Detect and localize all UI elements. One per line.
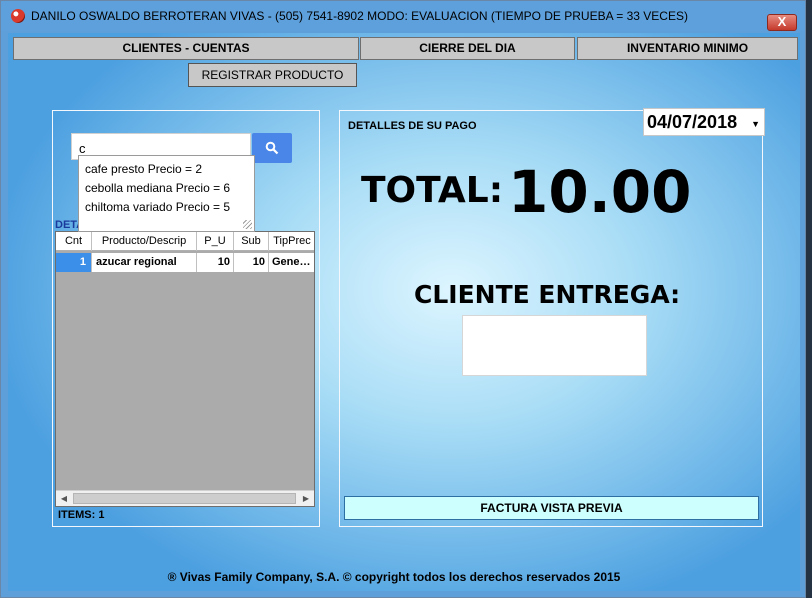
suggestion-item[interactable]: cafe presto Precio = 2 <box>79 160 254 179</box>
table-cell[interactable]: azucar regional <box>92 253 197 272</box>
resize-grip-icon[interactable] <box>243 220 252 229</box>
inventario-minimo-button[interactable]: INVENTARIO MINIMO <box>577 37 798 60</box>
horizontal-scrollbar[interactable]: ◀ ▶ <box>56 490 314 506</box>
total-value: 10.00 <box>508 158 692 226</box>
payment-panel: DETALLES DE SU PAGO 04/07/2018 ▼ TOTAL: … <box>339 108 765 527</box>
factura-vista-previa-button[interactable]: FACTURA VISTA PREVIA <box>344 496 759 520</box>
date-picker[interactable]: 04/07/2018 ▼ <box>643 108 765 136</box>
column-header[interactable]: Producto/Descrip <box>92 232 197 251</box>
cliente-entrega-input[interactable] <box>462 315 647 376</box>
app-logo-icon <box>11 9 25 23</box>
scroll-right-icon[interactable]: ▶ <box>298 491 314 506</box>
table-cell[interactable]: 1 <box>56 253 92 272</box>
title-bar[interactable]: DANILO OSWALDO BERROTERAN VIVAS - (505) … <box>1 1 805 31</box>
desktop-background <box>806 0 812 598</box>
payment-details-label: DETALLES DE SU PAGO <box>348 120 477 132</box>
search-button[interactable] <box>252 133 292 163</box>
search-icon <box>265 141 279 155</box>
autocomplete-list: cafe presto Precio = 2 cebolla mediana P… <box>78 155 255 232</box>
suggestion-item[interactable]: chiltoma variado Precio = 5 <box>79 198 254 217</box>
copyright-footer: ® Vivas Family Company, S.A. © copyright… <box>167 570 621 584</box>
chevron-down-icon[interactable]: ▼ <box>751 119 760 129</box>
table-cell[interactable]: 10 <box>234 253 269 272</box>
client-area: CLIENTES - CUENTAS CIERRE DEL DIA INVENT… <box>8 33 800 591</box>
date-value: 04/07/2018 <box>647 112 738 132</box>
column-header[interactable]: Cnt <box>56 232 92 251</box>
close-button[interactable]: X <box>767 14 797 31</box>
column-header[interactable]: Sub <box>234 232 269 251</box>
table-cell[interactable]: 10 <box>197 253 234 272</box>
close-icon: X <box>777 14 787 29</box>
cierre-del-dia-button[interactable]: CIERRE DEL DIA <box>360 37 575 60</box>
column-header[interactable]: P_U <box>197 232 234 251</box>
window-title: DANILO OSWALDO BERROTERAN VIVAS - (505) … <box>31 9 688 23</box>
items-count: ITEMS: 1 <box>58 509 105 521</box>
scrollbar-thumb[interactable] <box>73 493 296 504</box>
products-grid[interactable]: Cnt Producto/Descrip P_U Sub TipPrec 1 a… <box>55 231 315 507</box>
scroll-left-icon[interactable]: ◀ <box>56 491 72 506</box>
product-panel: c DETA Cnt Producto/Descrip P_U Sub TipP… <box>52 110 320 527</box>
suggestion-item[interactable]: cebolla mediana Precio = 6 <box>79 179 254 198</box>
total-label: TOTAL: <box>361 170 504 211</box>
clientes-cuentas-button[interactable]: CLIENTES - CUENTAS <box>13 37 359 60</box>
registrar-producto-button[interactable]: REGISTRAR PRODUCTO <box>188 63 357 87</box>
cliente-entrega-label: CLIENTE ENTREGA: <box>414 280 681 309</box>
column-header[interactable]: TipPrec <box>269 232 314 251</box>
grid-header: Cnt Producto/Descrip P_U Sub TipPrec <box>56 232 314 251</box>
table-row[interactable]: 1 azucar regional 10 10 Gene… <box>56 253 314 272</box>
table-cell[interactable]: Gene… <box>269 253 314 272</box>
main-window: DANILO OSWALDO BERROTERAN VIVAS - (505) … <box>0 0 806 598</box>
